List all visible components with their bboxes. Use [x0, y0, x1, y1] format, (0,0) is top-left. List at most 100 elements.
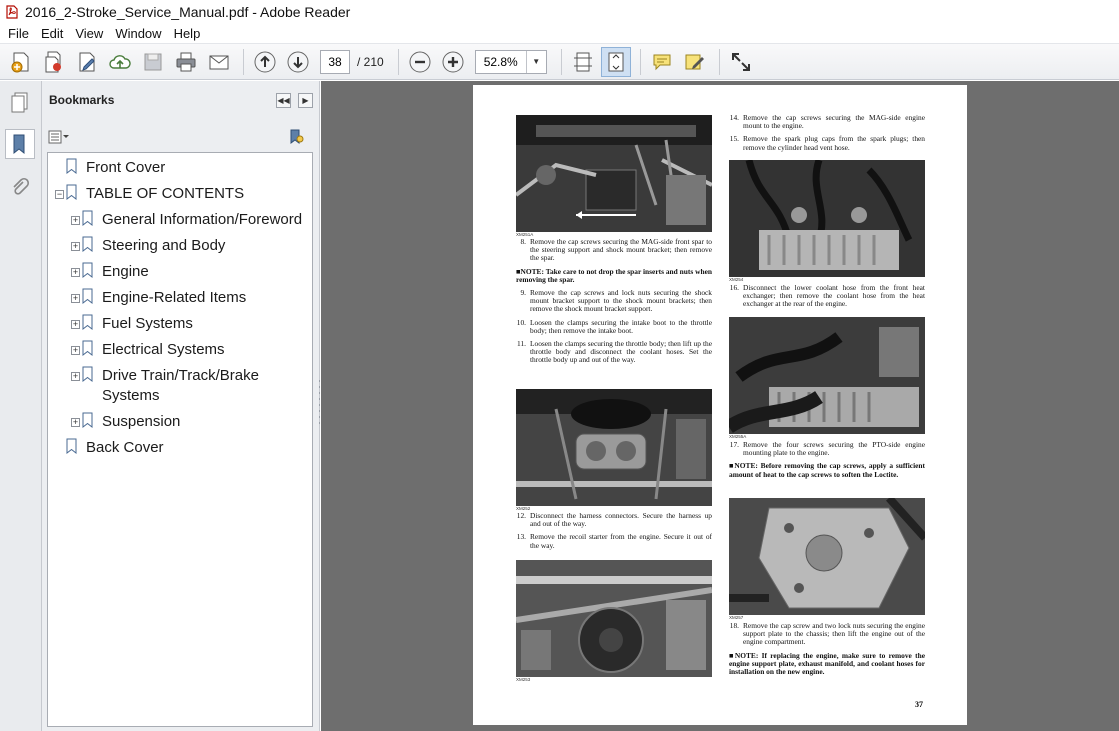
upload-button[interactable] — [105, 47, 135, 77]
chevron-down-icon[interactable]: ▼ — [525, 50, 546, 73]
bookmark-general-information[interactable]: General Information/Foreword — [82, 210, 302, 232]
recoil-starter-photo — [516, 560, 712, 677]
menu-bar: File Edit View Window Help — [0, 23, 1119, 43]
create-pdf-button[interactable] — [6, 47, 36, 77]
navigation-strip — [0, 81, 42, 731]
bookmark-options-button[interactable] — [48, 129, 70, 145]
bookmark-icon — [82, 412, 94, 429]
zoom-in-button[interactable] — [438, 47, 468, 77]
expand-icon[interactable]: + — [71, 372, 80, 381]
page-thumbnails-button[interactable] — [5, 87, 35, 117]
bookmark-label: Engine — [102, 263, 149, 280]
bookmark-icon — [82, 314, 94, 331]
menu-edit[interactable]: Edit — [35, 26, 69, 41]
step-10: 10. Loosen the clamps securing the intake… — [516, 317, 712, 335]
sign-pen-icon — [685, 54, 704, 69]
bookmarks-title: Bookmarks — [49, 93, 115, 107]
paperclip-icon — [13, 177, 30, 195]
pages-icon — [11, 92, 28, 113]
expand-icon[interactable]: + — [71, 320, 80, 329]
zoom-out-button[interactable] — [405, 47, 435, 77]
bookmark-label: General Information/Foreword — [102, 211, 303, 228]
email-button[interactable] — [204, 47, 234, 77]
menu-file[interactable]: File — [2, 26, 35, 41]
expand-icon[interactable]: + — [71, 216, 80, 225]
bookmark-fuel-systems[interactable]: Fuel Systems — [82, 314, 193, 336]
spark-plug-photo — [729, 160, 925, 277]
bookmark-steering-body[interactable]: Steering and Body — [82, 236, 225, 258]
step-9: 9. Remove the cap screws and lock nuts se… — [520, 288, 712, 314]
combine-icon — [45, 51, 61, 72]
bookmark-icon — [82, 210, 94, 227]
bookmark-engine[interactable]: Engine — [82, 262, 149, 284]
step-13: 13. Remove the recoil starter from the en… — [516, 532, 712, 550]
bookmark-table-of-contents[interactable]: TABLE OF CONTENTS — [66, 184, 244, 206]
collapse-icon[interactable]: − — [55, 190, 64, 199]
bookmark-icon — [66, 184, 78, 201]
fit-width-button[interactable] — [568, 47, 598, 77]
menu-view[interactable]: View — [69, 26, 109, 41]
print-button[interactable] — [171, 47, 201, 77]
document-view[interactable]: XM251A 8. Remove the cap screws securing … — [321, 81, 1119, 731]
next-page-button[interactable] — [283, 47, 313, 77]
note: ■NOTE: Before removing the cap screws, a… — [729, 461, 925, 479]
collapse-panel-icon[interactable]: ◀◀ — [276, 93, 291, 108]
sign-button[interactable] — [680, 47, 710, 77]
title-bar: 2016_2-Stroke_Service_Manual.pdf - Adobe… — [0, 0, 1119, 23]
expand-icon[interactable]: + — [71, 294, 80, 303]
step-17: 17. Remove the four screws securing the P… — [729, 440, 925, 458]
step-11: 11. Loosen the clamps securing the thrott… — [517, 339, 712, 365]
comment-button[interactable] — [647, 47, 677, 77]
bookmark-label: Back Cover — [86, 439, 164, 456]
expand-icon[interactable]: + — [71, 268, 80, 277]
find-bookmark-button[interactable] — [288, 128, 306, 149]
page-number-input[interactable]: 38 — [320, 49, 350, 74]
toolbar-separator — [560, 48, 562, 75]
expand-icon[interactable]: + — [71, 242, 80, 251]
bookmark-electrical-systems[interactable]: Electrical Systems — [82, 340, 225, 362]
expand-icon[interactable]: + — [71, 346, 80, 355]
edit-button[interactable] — [72, 47, 102, 77]
menu-window[interactable]: Window — [109, 26, 167, 41]
toolbar: 38 / 210 52.8% ▼ — [0, 43, 1119, 80]
toolbar-separator — [718, 48, 720, 75]
bookmark-label: Electrical Systems — [102, 341, 225, 358]
fit-page-button[interactable] — [600, 46, 631, 77]
speech-bubble-icon — [653, 54, 671, 70]
full-screen-button[interactable] — [726, 47, 756, 77]
bookmark-engine-related-items[interactable]: Engine-Related Items — [82, 288, 246, 310]
attachments-button[interactable] — [5, 173, 35, 203]
bookmark-icon — [82, 288, 94, 305]
floppy-disk-icon — [144, 53, 162, 70]
arrow-up-circle-icon — [254, 51, 276, 72]
throttle-body-photo — [516, 389, 712, 506]
zoom-value: 52.8% — [483, 54, 518, 69]
create-pdf-icon — [11, 52, 29, 72]
bookmark-search-icon — [290, 129, 304, 144]
note: ■NOTE: If replacing the engine, make sur… — [729, 650, 925, 677]
zoom-select[interactable]: 52.8% ▼ — [474, 49, 547, 74]
expand-icon[interactable]: + — [71, 418, 80, 427]
note: ■NOTE: Take care to not drop the spar in… — [516, 266, 712, 284]
engine-photo — [516, 115, 712, 232]
expand-arrows-icon — [731, 52, 750, 71]
previous-page-button[interactable] — [250, 47, 280, 77]
combine-files-button[interactable] — [39, 47, 69, 77]
bookmark-drive-train[interactable]: Drive Train/Track/Brake Systems — [82, 366, 272, 408]
coolant-hose-photo — [729, 317, 925, 434]
save-button[interactable] — [138, 47, 168, 77]
page-number: 37 — [915, 700, 923, 709]
bookmark-label: Steering and Body — [102, 237, 226, 254]
menu-help[interactable]: Help — [168, 26, 207, 41]
bookmark-suspension[interactable]: Suspension — [82, 412, 180, 434]
close-panel-icon[interactable]: ▶ — [298, 93, 313, 108]
bookmark-front-cover[interactable]: Front Cover — [66, 158, 165, 180]
minus-circle-icon — [409, 51, 431, 72]
page-total: / 210 — [357, 54, 384, 69]
right-column-bottom: 18. Remove the cap screw and two lock nut… — [729, 621, 925, 681]
bookmark-tree: Front Cover − TABLE OF CONTENTS + Genera… — [47, 152, 313, 727]
bookmarks-panel-button[interactable] — [5, 129, 35, 159]
toolbar-separator — [397, 48, 399, 75]
bookmark-back-cover[interactable]: Back Cover — [66, 438, 164, 460]
step-16: 16. Disconnect the lower coolant hose fro… — [729, 283, 925, 309]
